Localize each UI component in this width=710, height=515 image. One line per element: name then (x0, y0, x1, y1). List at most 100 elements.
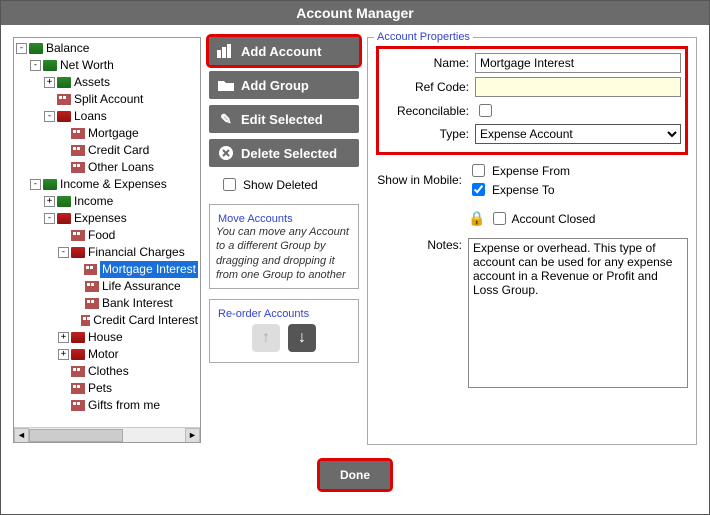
move-accounts-group: Move Accounts You can move any Account t… (209, 204, 359, 289)
tree-item-clothes[interactable]: Clothes (88, 363, 129, 380)
scroll-left-button[interactable]: ◄ (14, 428, 29, 443)
pencil-icon: ✎ (217, 111, 235, 127)
show-deleted-checkbox[interactable] (223, 178, 236, 191)
tree-item-loans[interactable]: Loans (74, 108, 107, 125)
highlighted-properties: Name: Ref Code: Reconcilable: Type: (376, 46, 688, 155)
account-tree[interactable]: -Balance -Net Worth +Assets Split Accoun… (13, 37, 201, 443)
account-properties-title: Account Properties (374, 31, 473, 43)
type-label: Type: (383, 127, 475, 141)
account-icon (57, 94, 71, 105)
folder-icon (71, 349, 85, 360)
expense-to-checkbox[interactable] (472, 183, 485, 196)
account-icon (71, 145, 85, 156)
account-manager-window: Account Manager -Balance -Net Worth +Ass… (0, 0, 710, 515)
tree-item-food[interactable]: Food (88, 227, 115, 244)
tree-item-mortgage[interactable]: Mortgage (88, 125, 139, 142)
add-account-button[interactable]: Add Account (209, 37, 359, 65)
folder-icon (57, 111, 71, 122)
tree-toggle[interactable]: - (44, 111, 55, 122)
scroll-right-button[interactable]: ► (185, 428, 200, 443)
move-down-button[interactable]: ↓ (288, 324, 316, 352)
tree-item-fincharges[interactable]: Financial Charges (88, 244, 185, 261)
type-select[interactable]: Expense Account (475, 124, 681, 144)
done-button[interactable]: Done (320, 461, 390, 489)
folder-icon (57, 213, 71, 224)
account-closed-checkbox[interactable] (493, 212, 506, 225)
account-icon (71, 128, 85, 139)
tree-item-creditcard[interactable]: Credit Card (88, 142, 149, 159)
lock-icon: 🔒 (468, 210, 485, 227)
add-group-button[interactable]: Add Group (209, 71, 359, 99)
tree-item-gifts[interactable]: Gifts from me (88, 397, 160, 414)
move-up-button[interactable]: ↑ (252, 324, 280, 352)
tree-toggle[interactable]: + (44, 77, 55, 88)
done-label: Done (340, 468, 370, 482)
expense-from-checkbox[interactable] (472, 164, 485, 177)
tree-item-assets[interactable]: Assets (74, 74, 110, 91)
tree-toggle[interactable]: - (30, 60, 41, 71)
tree-toggle[interactable]: + (44, 196, 55, 207)
folder-icon (43, 60, 57, 71)
reconcilable-checkbox[interactable] (479, 104, 492, 117)
tree-item-lifeassur[interactable]: Life Assurance (102, 278, 181, 295)
tree-toggle[interactable]: + (58, 349, 69, 360)
tree-item-motor[interactable]: Motor (88, 346, 119, 363)
tree-item-house[interactable]: House (88, 329, 123, 346)
edit-selected-label: Edit Selected (241, 112, 323, 127)
folder-icon (29, 43, 43, 54)
tree-item-ccint[interactable]: Credit Card Interest (93, 312, 198, 329)
account-properties-group: Account Properties Name: Ref Code: Recon… (367, 37, 697, 445)
tree-item-incexp[interactable]: Income & Expenses (60, 176, 167, 193)
account-icon (71, 162, 85, 173)
tree-item-mortgage-interest[interactable]: Mortgage Interest (100, 261, 198, 278)
folder-icon (57, 77, 71, 88)
move-accounts-title: Move Accounts (216, 213, 295, 225)
tree-scrollbar[interactable]: ◄ ► (14, 427, 200, 442)
add-account-icon (217, 43, 235, 59)
tree-item-expenses[interactable]: Expenses (74, 210, 127, 227)
tree-toggle[interactable]: - (58, 247, 69, 258)
tree-toggle[interactable]: - (30, 179, 41, 190)
tree-item-otherloans[interactable]: Other Loans (88, 159, 154, 176)
tree-item-bankint[interactable]: Bank Interest (102, 295, 173, 312)
edit-selected-button[interactable]: ✎ Edit Selected (209, 105, 359, 133)
arrow-down-icon: ↓ (298, 329, 306, 347)
refcode-field[interactable] (475, 77, 681, 97)
delete-icon (217, 145, 235, 161)
mobile-label: Show in Mobile: (376, 173, 468, 187)
delete-selected-button[interactable]: Delete Selected (209, 139, 359, 167)
reorder-accounts-title: Re-order Accounts (216, 308, 311, 320)
tree-item-income[interactable]: Income (74, 193, 113, 210)
tree-toggle[interactable]: - (16, 43, 27, 54)
folder-icon (217, 77, 235, 93)
refcode-label: Ref Code: (383, 80, 475, 94)
folder-icon (71, 247, 85, 258)
folder-icon (43, 179, 57, 190)
account-icon (71, 366, 85, 377)
tree-item-balance[interactable]: Balance (46, 40, 89, 57)
reconcilable-label: Reconcilable: (383, 104, 475, 118)
account-closed-label: Account Closed (511, 212, 595, 226)
arrow-up-icon: ↑ (262, 329, 270, 347)
tree-toggle[interactable]: - (44, 213, 55, 224)
titlebar: Account Manager (1, 1, 709, 25)
tree-toggle[interactable]: + (58, 332, 69, 343)
add-group-label: Add Group (241, 78, 309, 93)
account-icon (85, 281, 99, 292)
name-field[interactable] (475, 53, 681, 73)
expense-to-label: Expense To (492, 183, 555, 197)
scroll-thumb[interactable] (29, 429, 123, 442)
expense-from-label: Expense From (492, 164, 570, 178)
reorder-accounts-group: Re-order Accounts ↑ ↓ (209, 299, 359, 363)
show-deleted-label: Show Deleted (243, 178, 318, 192)
tree-item-split[interactable]: Split Account (74, 91, 143, 108)
account-icon (85, 298, 99, 309)
account-icon (71, 400, 85, 411)
tree-item-pets[interactable]: Pets (88, 380, 112, 397)
notes-field[interactable] (468, 238, 688, 388)
notes-label: Notes: (376, 238, 468, 252)
move-accounts-text: You can move any Account to a different … (216, 225, 352, 282)
window-title: Account Manager (296, 5, 413, 21)
name-label: Name: (383, 56, 475, 70)
tree-item-networth[interactable]: Net Worth (60, 57, 114, 74)
